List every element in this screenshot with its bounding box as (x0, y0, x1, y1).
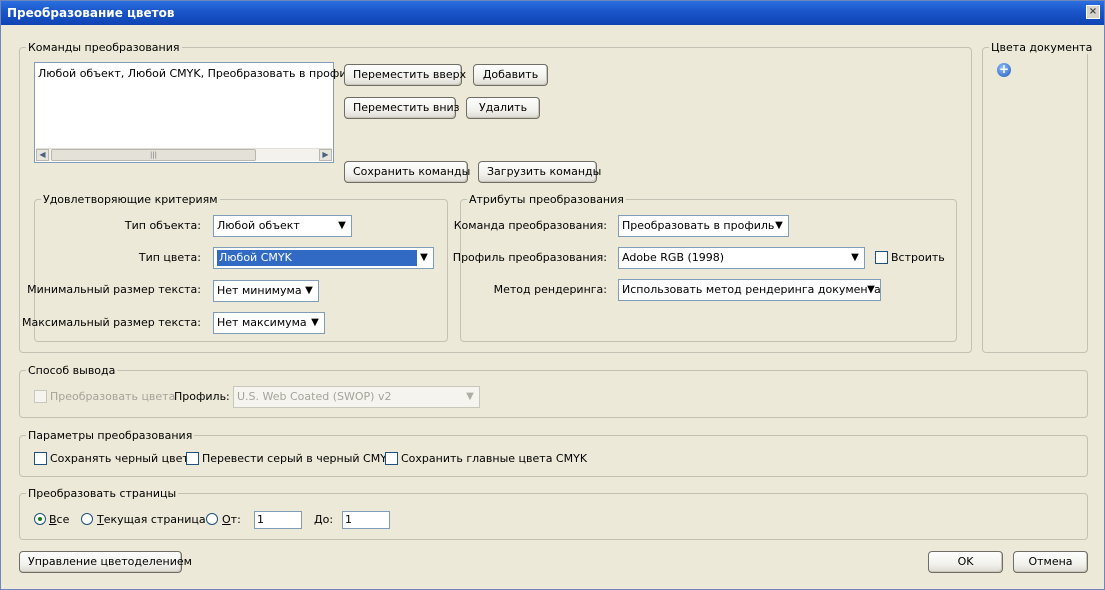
max-text-size-value: Нет максимума (217, 316, 307, 329)
chevron-down-icon: ▼ (851, 252, 859, 263)
page-range-radio[interactable] (206, 513, 218, 525)
conversion-command-select[interactable]: Преобразовать в профиль ▼ (618, 215, 789, 237)
color-type-value: Любой CMYK (217, 250, 417, 266)
all-pages-radio[interactable] (34, 513, 46, 525)
rendering-method-label: Метод рендеринга: (493, 283, 607, 296)
conversion-profile-select[interactable]: Adobe RGB (1998) ▼ (618, 247, 865, 269)
embed-checkbox[interactable] (875, 251, 888, 264)
horizontal-scrollbar[interactable]: ◀ ||| ▶ (36, 148, 332, 161)
chevron-down-icon: ▼ (338, 220, 346, 231)
object-type-label: Тип объекта: (124, 219, 201, 232)
embed-label[interactable]: Встроить (891, 251, 945, 265)
output-profile-select[interactable]: U.S. Web Coated (SWOP) v2 ▼ (233, 386, 480, 408)
scroll-thumb[interactable]: ||| (51, 149, 256, 161)
keep-black-checkbox[interactable] (34, 452, 47, 465)
chevron-down-icon: ▼ (311, 317, 319, 328)
keep-primary-label[interactable]: Сохранить главные цвета CMYK (401, 452, 587, 466)
conversion-profile-value: Adobe RGB (1998) (622, 251, 725, 264)
keep-primary-checkbox[interactable] (385, 452, 398, 465)
to-mnemonic: Д (314, 513, 323, 526)
current-page-text: екущая страница (103, 513, 206, 526)
add-button[interactable]: Добавить (473, 64, 548, 86)
all-pages-mnemonic: В (49, 513, 57, 526)
title-bar: Преобразование цветов × (1, 1, 1104, 25)
max-text-size-label: Максимальный размер текста: (22, 316, 201, 329)
rendering-method-value: Использовать метод рендеринга документа (622, 283, 881, 296)
color-type-select[interactable]: Любой CMYK ▼ (213, 247, 434, 269)
min-text-size-label: Минимальный размер текста: (27, 283, 201, 296)
convert-colors-checkbox[interactable] (34, 390, 47, 403)
from-mnemonic: О (222, 513, 231, 526)
conversion-profile-label: Профиль преобразования: (452, 251, 607, 264)
document-colors-group: Цвета документа (982, 41, 1095, 353)
separation-management-button[interactable]: Управление цветоделением (19, 551, 192, 573)
current-page-mnemonic: Т (97, 513, 104, 526)
cancel-button[interactable]: Отмена (1013, 551, 1088, 573)
all-pages-label[interactable]: Все (49, 513, 69, 527)
to-page-input[interactable]: 1 (342, 511, 390, 529)
chevron-down-icon: ▼ (867, 284, 875, 295)
criteria-legend: Удовлетворяющие критериям (41, 193, 220, 206)
params-legend: Параметры преобразования (26, 429, 195, 442)
delete-button[interactable]: Удалить (466, 97, 540, 119)
max-text-size-select[interactable]: Нет максимума ▼ (213, 312, 325, 334)
chevron-down-icon: ▼ (305, 285, 313, 296)
output-profile-label: Профиль: (174, 390, 230, 403)
conversion-command-label: Команда преобразования: (453, 219, 607, 232)
scroll-left-icon[interactable]: ◀ (36, 149, 49, 161)
add-color-icon[interactable]: + (997, 63, 1011, 77)
window-title: Преобразование цветов (7, 6, 175, 20)
chevron-down-icon: ▼ (775, 220, 783, 231)
save-commands-button[interactable]: Сохранить команды (344, 161, 470, 183)
from-label[interactable]: От: (222, 513, 241, 527)
conversion-command-value: Преобразовать в профиль (622, 219, 775, 232)
current-page-label[interactable]: Текущая страница (97, 513, 206, 527)
chevron-down-icon: ▼ (466, 391, 474, 402)
object-type-select[interactable]: Любой объект ▼ (213, 215, 352, 237)
scroll-right-icon[interactable]: ▶ (319, 149, 332, 161)
document-colors-legend: Цвета документа (989, 41, 1095, 54)
current-page-radio[interactable] (81, 513, 93, 525)
color-type-label: Тип цвета: (138, 251, 201, 264)
gray-to-black-label[interactable]: Перевести серый в черный CMYK (202, 452, 394, 466)
output-profile-value: U.S. Web Coated (SWOP) v2 (237, 390, 392, 403)
load-commands-button[interactable]: Загрузить команды (478, 161, 601, 183)
to-text: о: (322, 513, 334, 526)
gray-to-black-checkbox[interactable] (186, 452, 199, 465)
min-text-size-select[interactable]: Нет минимума ▼ (213, 280, 319, 302)
ok-button[interactable]: OK (928, 551, 1003, 573)
to-label: До: (314, 513, 333, 527)
move-up-button[interactable]: Переместить вверх (344, 64, 466, 86)
close-icon[interactable]: × (1086, 5, 1100, 19)
color-conversion-dialog: Преобразование цветов × Команды преобраз… (0, 0, 1105, 590)
commands-legend: Команды преобразования (26, 41, 182, 54)
chevron-down-icon: ▼ (420, 252, 428, 263)
output-legend: Способ вывода (26, 364, 118, 377)
move-down-button[interactable]: Переместить вниз (344, 97, 460, 119)
from-text: т: (230, 513, 241, 526)
keep-black-label[interactable]: Сохранять черный цвет (50, 452, 189, 466)
all-pages-text: се (56, 513, 70, 526)
attributes-legend: Атрибуты преобразования (467, 193, 626, 206)
rendering-method-select[interactable]: Использовать метод рендеринга документа … (618, 279, 881, 301)
commands-list[interactable]: Любой объект, Любой CMYK, Преобразовать … (34, 62, 360, 163)
pages-legend: Преобразовать страницы (26, 487, 179, 500)
from-page-input[interactable]: 1 (254, 511, 302, 529)
object-type-value: Любой объект (217, 219, 300, 232)
convert-colors-label[interactable]: Преобразовать цвета (50, 390, 175, 404)
min-text-size-value: Нет минимума (217, 284, 302, 297)
list-item[interactable]: Любой объект, Любой CMYK, Преобразовать … (38, 67, 360, 80)
